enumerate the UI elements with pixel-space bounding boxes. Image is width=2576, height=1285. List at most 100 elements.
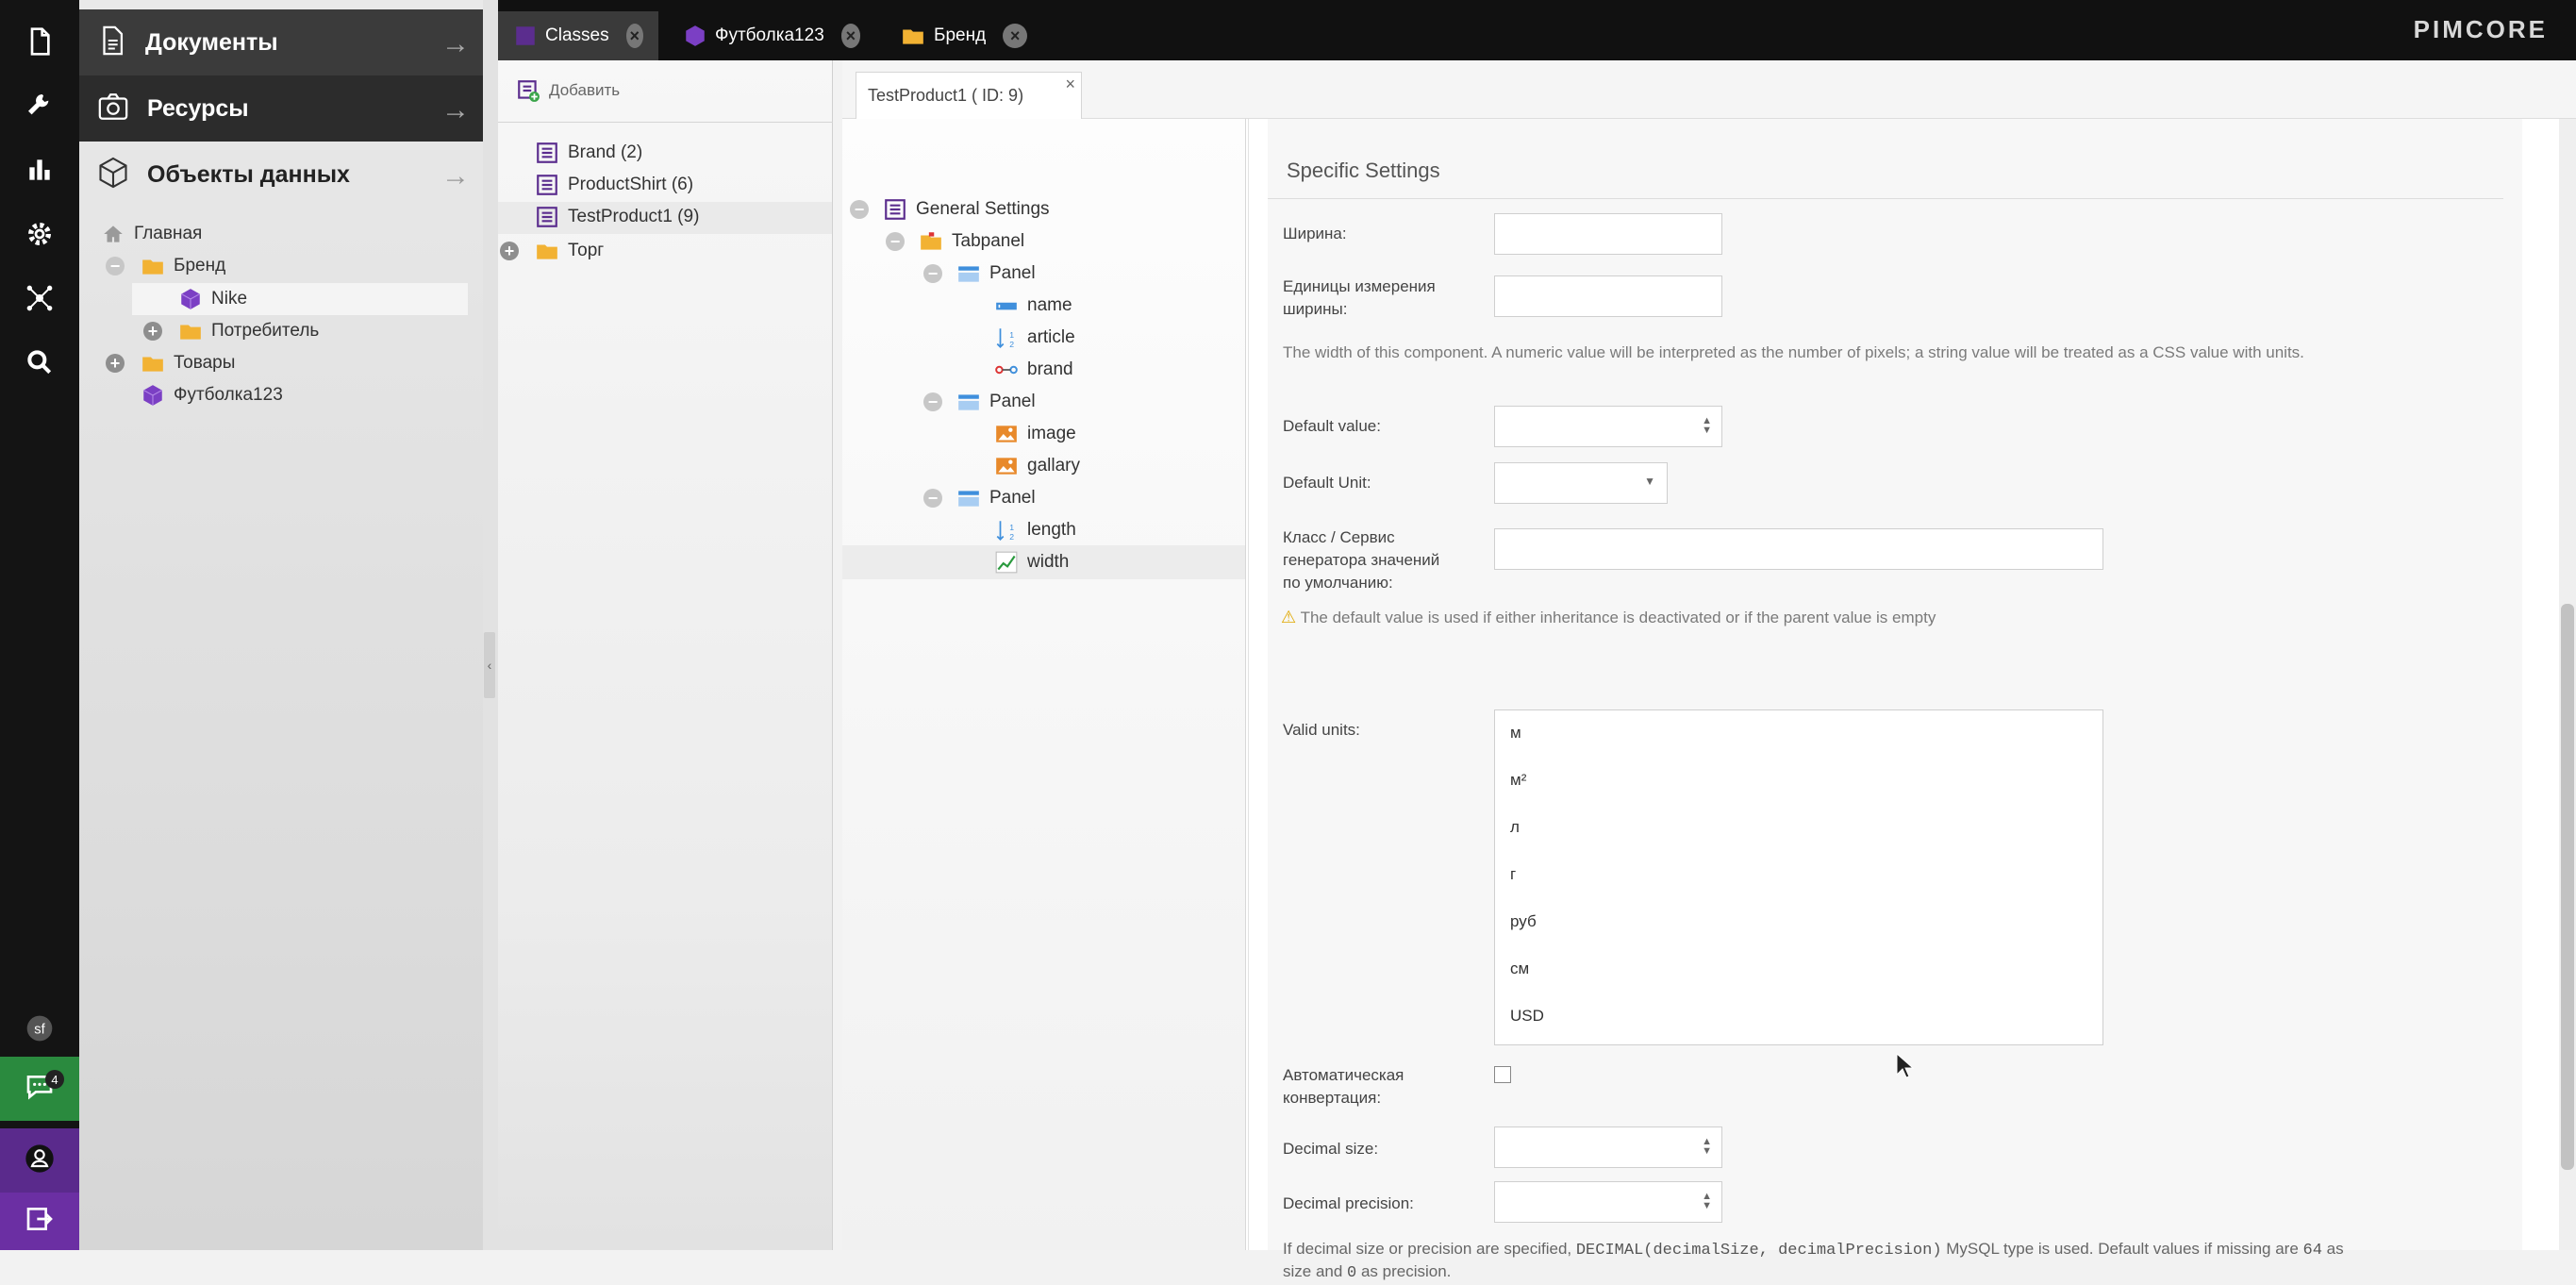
layout-node-panel-2[interactable]: Panel (956, 387, 1036, 417)
tree-node-nike[interactable]: Nike (177, 284, 247, 314)
unit-option[interactable]: л (1510, 818, 1520, 837)
layout-node-general-settings[interactable]: General Settings (882, 194, 1050, 225)
panel-icon (956, 485, 982, 511)
spinner-arrows-icon[interactable]: ▲ ▼ (1702, 1137, 1712, 1157)
tree-node-brand-folder[interactable]: Бренд (140, 251, 225, 281)
close-tab-icon[interactable]: × (840, 24, 860, 48)
classes-list-panel: Добавить Brand (2) ProductShirt (6) Test… (498, 60, 833, 1250)
tab-classes[interactable]: Classes × (498, 11, 658, 60)
unit-option[interactable]: см (1510, 960, 1529, 978)
collapse-handle[interactable]: ‹ (484, 632, 495, 698)
document-icon (96, 25, 128, 61)
class-item-testproduct1[interactable]: TestProduct1 (9) (534, 202, 699, 232)
logout-button[interactable] (0, 1193, 79, 1250)
valid-units-multiselect[interactable]: м м² л г руб см USD (1494, 709, 2103, 1045)
objects-panel-header[interactable]: Объекты данных → (79, 142, 483, 208)
tab-tshirt[interactable]: Футболка123 × (668, 11, 875, 60)
layout-node-label: width (1027, 552, 1070, 572)
scrollbar-thumb[interactable] (2561, 604, 2574, 1170)
spinner-arrows-icon[interactable]: ▲ ▼ (1702, 416, 1712, 436)
unit-option[interactable]: м² (1510, 771, 1526, 790)
layout-node-brand[interactable]: brand (993, 355, 1073, 385)
width-input[interactable] (1494, 213, 1722, 255)
arrow-right-icon[interactable]: → (441, 160, 470, 192)
svg-text:sf: sf (34, 1022, 45, 1037)
assets-panel-header[interactable]: Ресурсы → (79, 75, 483, 142)
layout-node-panel-1[interactable]: Panel (956, 259, 1036, 289)
collapse-toggle-icon[interactable]: − (850, 200, 869, 219)
expand-toggle-icon[interactable]: + (500, 242, 519, 260)
svg-text:1: 1 (1009, 523, 1014, 532)
generator-label-line3: по умолчанию: (1283, 574, 1393, 592)
auto-convert-checkbox[interactable] (1494, 1066, 1511, 1083)
tools-menu-button[interactable] (0, 75, 79, 140)
search-menu-button[interactable] (0, 332, 79, 396)
decimal-precision-input[interactable]: ▲ ▼ (1494, 1181, 1722, 1223)
layout-node-gallary[interactable]: gallary (993, 451, 1080, 481)
expand-toggle-icon[interactable]: + (106, 354, 125, 373)
collapse-toggle-icon[interactable]: − (106, 257, 125, 275)
collapse-toggle-icon[interactable]: − (923, 264, 942, 283)
help-code: 64 (2302, 1242, 2322, 1260)
decimal-size-input[interactable]: ▲ ▼ (1494, 1126, 1722, 1168)
user-profile-button[interactable] (0, 1128, 79, 1193)
editor-tab-bar: TestProduct1 ( ID: 9) × (842, 60, 2576, 119)
layout-node-width[interactable]: width (993, 547, 1069, 577)
unit-option[interactable]: м (1510, 724, 1521, 743)
expand-toggle-icon[interactable]: + (143, 322, 162, 341)
arrow-right-icon[interactable]: → (441, 94, 470, 126)
close-tab-icon[interactable]: × (625, 24, 643, 48)
collapse-toggle-icon[interactable]: − (923, 392, 942, 411)
unit-option[interactable]: USD (1510, 1007, 1544, 1026)
numeric-field-icon: 12 (993, 517, 1020, 543)
layout-node-tabpanel[interactable]: Tabpanel (918, 226, 1024, 257)
layout-node-image[interactable]: image (993, 419, 1076, 449)
notifications-button[interactable]: 4 (0, 1057, 79, 1121)
default-value-input[interactable]: ▲ ▼ (1494, 406, 1722, 447)
reports-menu-button[interactable] (0, 140, 79, 204)
documents-menu-button[interactable] (0, 11, 79, 75)
documents-panel-header[interactable]: Документы → (79, 9, 483, 75)
default-value-warning: ⚠ The default value is used if either in… (1281, 606, 1936, 629)
close-tab-icon[interactable]: × (1065, 75, 1075, 94)
default-value-generator-input[interactable] (1494, 528, 2103, 570)
tree-node-consumer-folder[interactable]: Потребитель (177, 316, 319, 346)
layout-node-name[interactable]: name (993, 291, 1072, 321)
tree-node-label: Nike (211, 289, 248, 309)
close-tab-icon[interactable]: × (1003, 24, 1028, 48)
unit-option[interactable]: г (1510, 865, 1516, 884)
arrow-right-icon[interactable]: → (441, 28, 470, 60)
tree-node-tshirt[interactable]: Футболка123 (140, 380, 283, 410)
symfony-button[interactable]: sf (0, 998, 79, 1062)
width-help-text: The width of this component. A numeric v… (1283, 343, 2304, 361)
width-unit-input[interactable] (1494, 275, 1722, 317)
class-item-brand[interactable]: Brand (2) (534, 138, 642, 168)
tab-label: Футболка123 (715, 25, 824, 45)
class-folder-torg[interactable]: Торг (534, 236, 604, 266)
collapse-toggle-icon[interactable]: − (886, 232, 905, 251)
unit-option[interactable]: руб (1510, 912, 1537, 931)
layout-node-length[interactable]: 12 length (993, 515, 1076, 545)
default-value-label: Default value: (1283, 417, 1381, 435)
tab-brand[interactable]: Бренд × (885, 11, 1073, 60)
gear-icon (25, 219, 55, 254)
chevron-down-icon[interactable]: ▼ (1644, 475, 1655, 488)
help-text-part: size and (1283, 1262, 1348, 1280)
tree-node-home[interactable]: Главная (100, 219, 202, 249)
vertical-scrollbar[interactable] (2559, 119, 2576, 1250)
settings-menu-button[interactable] (0, 204, 79, 268)
class-item-productshirt[interactable]: ProductShirt (6) (534, 170, 693, 200)
add-class-button[interactable]: Добавить (515, 77, 620, 104)
layout-node-panel-3[interactable]: Panel (956, 483, 1036, 513)
layout-node-label: Tabpanel (952, 231, 1025, 251)
generator-label: Класс / Сервис (1283, 528, 1395, 546)
notification-count-badge: 4 (45, 1070, 64, 1089)
layout-node-article[interactable]: 12 article (993, 323, 1075, 353)
tab-testproduct1[interactable]: TestProduct1 ( ID: 9) × (856, 72, 1082, 119)
spinner-arrows-icon[interactable]: ▲ ▼ (1702, 1192, 1712, 1211)
panel-splitter[interactable] (483, 0, 498, 1250)
collapse-toggle-icon[interactable]: − (923, 489, 942, 508)
tree-node-goods-folder[interactable]: Товары (140, 348, 235, 378)
datahub-menu-button[interactable] (0, 268, 79, 332)
default-unit-select[interactable]: ▼ (1494, 462, 1668, 504)
